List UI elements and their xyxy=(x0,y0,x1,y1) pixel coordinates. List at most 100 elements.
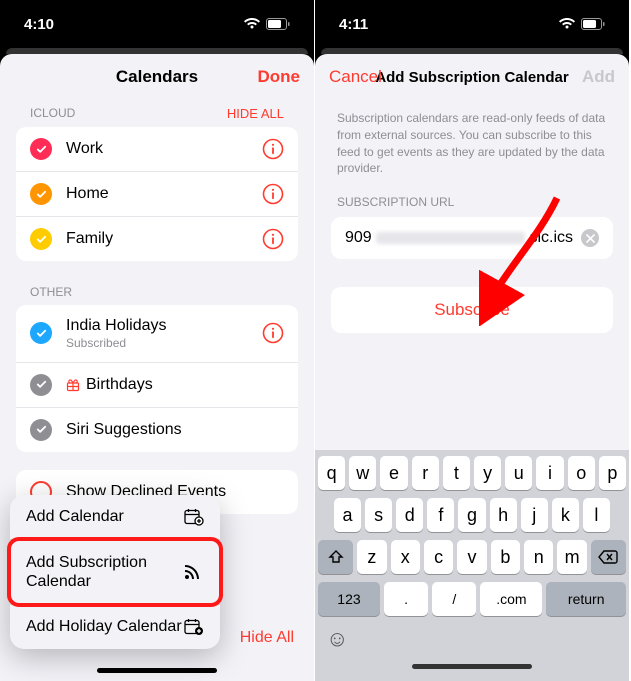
section-label: OTHER xyxy=(30,285,72,299)
info-icon[interactable] xyxy=(262,228,284,250)
battery-icon xyxy=(581,18,605,30)
key-m[interactable]: m xyxy=(557,540,586,574)
key-k[interactable]: k xyxy=(552,498,579,532)
key-w[interactable]: w xyxy=(349,456,376,490)
check-icon xyxy=(30,228,52,250)
key-z[interactable]: z xyxy=(357,540,386,574)
keyboard: q w e r t y u i o p a s d f g h j k l xyxy=(315,450,629,681)
icloud-list: Work Home Family xyxy=(16,127,298,261)
status-time: 4:11 xyxy=(339,16,368,33)
calendar-label: Work xyxy=(66,139,252,158)
key-b[interactable]: b xyxy=(491,540,520,574)
section-label: ICLOUD xyxy=(30,106,75,121)
calendar-row-siri[interactable]: Siri Suggestions xyxy=(16,408,298,452)
menu-add-calendar[interactable]: Add Calendar xyxy=(10,495,220,540)
key-return[interactable]: return xyxy=(546,582,626,616)
key-x[interactable]: x xyxy=(391,540,420,574)
check-icon xyxy=(30,183,52,205)
key-t[interactable]: t xyxy=(443,456,470,490)
key-r[interactable]: r xyxy=(412,456,439,490)
key-v[interactable]: v xyxy=(457,540,486,574)
key-s[interactable]: s xyxy=(365,498,392,532)
calendar-label: India Holidays Subscribed xyxy=(66,316,252,351)
url-input[interactable]: 909 sic.ics xyxy=(331,217,613,259)
key-slash[interactable]: / xyxy=(432,582,476,616)
keyboard-row-2: a s d f g h j k l xyxy=(318,498,626,532)
menu-add-subscription[interactable]: Add Subscription Calendar xyxy=(10,540,220,605)
section-header-other: OTHER xyxy=(0,279,314,305)
url-suffix: sic.ics xyxy=(529,229,573,247)
done-button[interactable]: Done xyxy=(258,67,301,87)
calendars-sheet: Calendars Done ICLOUD HIDE ALL Work Home… xyxy=(0,54,314,681)
subscribe-button[interactable]: Subscribe xyxy=(331,287,613,333)
menu-add-holiday[interactable]: Add Holiday Calendar xyxy=(10,605,220,649)
key-q[interactable]: q xyxy=(318,456,345,490)
key-shift[interactable] xyxy=(318,540,353,574)
field-label: SUBSCRIPTION URL xyxy=(315,195,629,217)
url-prefix: 909 xyxy=(345,229,372,247)
calendar-label: Birthdays xyxy=(66,375,284,394)
wifi-icon xyxy=(559,18,575,30)
calendar-row-home[interactable]: Home xyxy=(16,172,298,217)
hide-all-link[interactable]: Hide All xyxy=(240,629,294,647)
key-123[interactable]: 123 xyxy=(318,582,380,616)
key-g[interactable]: g xyxy=(458,498,485,532)
home-indicator[interactable] xyxy=(97,668,217,673)
info-icon[interactable] xyxy=(262,183,284,205)
key-o[interactable]: o xyxy=(568,456,595,490)
key-a[interactable]: a xyxy=(334,498,361,532)
nav-title: Calendars xyxy=(116,67,198,87)
battery-icon xyxy=(266,18,290,30)
section-header-icloud: ICLOUD HIDE ALL xyxy=(0,100,314,127)
calendar-label: Siri Suggestions xyxy=(66,420,284,439)
info-icon[interactable] xyxy=(262,322,284,344)
nav-bar: Calendars Done xyxy=(0,54,314,100)
check-icon xyxy=(30,419,52,441)
calendar-plus-icon xyxy=(184,508,204,526)
gift-icon xyxy=(66,378,80,392)
key-dot[interactable]: . xyxy=(384,582,428,616)
status-indicators xyxy=(559,18,605,30)
key-p[interactable]: p xyxy=(599,456,626,490)
wifi-icon xyxy=(244,18,260,30)
obscured-text xyxy=(376,232,526,244)
key-l[interactable]: l xyxy=(583,498,610,532)
key-backspace[interactable] xyxy=(591,540,626,574)
calendar-sublabel: Subscribed xyxy=(66,336,252,350)
calendar-row-work[interactable]: Work xyxy=(16,127,298,172)
key-j[interactable]: j xyxy=(521,498,548,532)
nav-title: Add Subscription Calendar xyxy=(375,69,568,86)
key-d[interactable]: d xyxy=(396,498,423,532)
emoji-button[interactable]: ☺ xyxy=(326,626,348,652)
phone-left: 4:10 Calendars Done ICLOUD HIDE ALL Work… xyxy=(0,0,315,681)
keyboard-row-4: 123 . / .com return xyxy=(318,582,626,616)
status-bar: 4:11 xyxy=(315,0,629,48)
info-icon[interactable] xyxy=(262,138,284,160)
calendar-add-icon xyxy=(184,618,204,636)
calendar-row-birthdays[interactable]: Birthdays xyxy=(16,363,298,408)
calendar-row-family[interactable]: Family xyxy=(16,217,298,261)
check-icon xyxy=(30,374,52,396)
hide-all-link[interactable]: HIDE ALL xyxy=(227,106,284,121)
status-time: 4:10 xyxy=(24,16,54,33)
key-e[interactable]: e xyxy=(380,456,407,490)
key-u[interactable]: u xyxy=(505,456,532,490)
key-com[interactable]: .com xyxy=(480,582,542,616)
add-menu: Add Calendar Add Subscription Calendar A… xyxy=(10,495,220,649)
subscription-icon xyxy=(184,564,204,580)
key-n[interactable]: n xyxy=(524,540,553,574)
calendar-row-india-holidays[interactable]: India Holidays Subscribed xyxy=(16,305,298,363)
key-c[interactable]: c xyxy=(424,540,453,574)
key-i[interactable]: i xyxy=(536,456,563,490)
keyboard-row-1: q w e r t y u i o p xyxy=(318,456,626,490)
keyboard-row-3: z x c v b n m xyxy=(318,540,626,574)
description-text: Subscription calendars are read-only fee… xyxy=(315,100,629,195)
home-indicator[interactable] xyxy=(412,664,532,669)
key-y[interactable]: y xyxy=(474,456,501,490)
check-icon xyxy=(30,322,52,344)
key-h[interactable]: h xyxy=(490,498,517,532)
add-button[interactable]: Add xyxy=(582,67,615,87)
clear-icon[interactable] xyxy=(581,229,599,247)
cancel-button[interactable]: Cancel xyxy=(329,67,382,87)
key-f[interactable]: f xyxy=(427,498,454,532)
